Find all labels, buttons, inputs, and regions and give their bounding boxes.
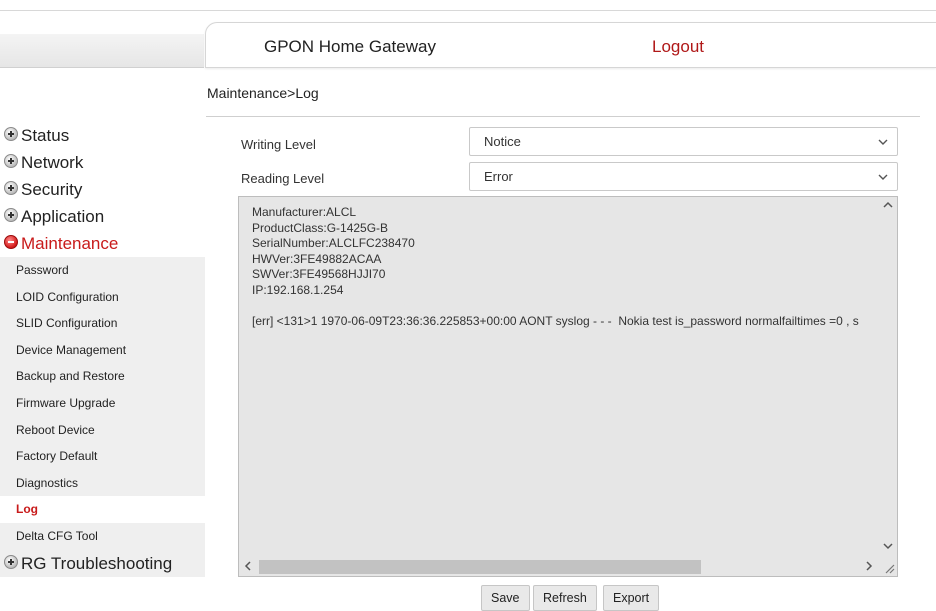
sidebar-item-label: Maintenance xyxy=(21,234,119,253)
submenu-item-loid-configuration[interactable]: LOID Configuration xyxy=(0,284,205,311)
scroll-left-icon[interactable] xyxy=(244,561,252,571)
sidebar-item-security[interactable]: Security xyxy=(0,176,205,203)
writing-level-select[interactable]: Notice xyxy=(469,127,898,156)
sidebar-item-label: RG Troubleshooting xyxy=(21,553,173,573)
sidebar-item-label: Application xyxy=(21,207,105,226)
sidebar-item-label: Network xyxy=(21,153,84,172)
logout-link[interactable]: Logout xyxy=(652,37,704,57)
expand-plus-icon xyxy=(4,554,18,569)
chevron-down-icon xyxy=(878,174,888,180)
app-title: GPON Home Gateway xyxy=(264,37,436,56)
header-bar: GPON Home Gateway Logout xyxy=(205,22,936,68)
logo-area xyxy=(0,34,204,68)
expand-plus-icon xyxy=(4,181,18,195)
submenu-item-log[interactable]: Log xyxy=(0,496,205,523)
save-button[interactable]: Save xyxy=(481,585,530,611)
horizontal-scrollbar[interactable] xyxy=(239,558,897,576)
log-textarea[interactable]: Manufacturer:ALCL ProductClass:G-1425G-B… xyxy=(238,196,898,577)
reading-level-value: Error xyxy=(484,169,513,184)
sidebar-item-status[interactable]: Status xyxy=(0,122,205,149)
export-button[interactable]: Export xyxy=(603,585,660,611)
sidebar-item-label: Security xyxy=(21,180,83,199)
scroll-up-icon[interactable] xyxy=(883,201,893,209)
sidebar-item-label: Status xyxy=(21,126,70,145)
reading-level-label: Reading Level xyxy=(241,171,325,186)
sidebar-item-rg-troubleshooting[interactable]: RG Troubleshooting xyxy=(0,549,205,577)
expand-plus-icon xyxy=(4,208,18,222)
resize-grip-icon[interactable] xyxy=(883,562,895,574)
sidebar: Status Network Security Application Main… xyxy=(0,118,205,577)
submenu-item-reboot-device[interactable]: Reboot Device xyxy=(0,417,205,444)
submenu-item-device-management[interactable]: Device Management xyxy=(0,337,205,364)
submenu-item-slid-configuration[interactable]: SLID Configuration xyxy=(0,310,205,337)
sidebar-item-maintenance[interactable]: Maintenance xyxy=(0,230,205,257)
reading-level-select[interactable]: Error xyxy=(469,162,898,191)
top-strip xyxy=(0,0,936,12)
breadcrumb-divider xyxy=(206,116,920,117)
scroll-down-icon[interactable] xyxy=(883,542,893,550)
chevron-down-icon xyxy=(878,139,888,145)
maintenance-submenu: Password LOID Configuration SLID Configu… xyxy=(0,257,205,550)
horizontal-scroll-thumb[interactable] xyxy=(259,560,701,574)
expand-plus-icon xyxy=(4,154,18,168)
sidebar-item-application[interactable]: Application xyxy=(0,203,205,230)
sidebar-item-network[interactable]: Network xyxy=(0,149,205,176)
vertical-scrollbar[interactable] xyxy=(879,197,897,576)
submenu-item-password[interactable]: Password xyxy=(0,257,205,284)
log-content: Manufacturer:ALCL ProductClass:G-1425G-B… xyxy=(252,205,859,328)
refresh-button[interactable]: Refresh xyxy=(533,585,597,611)
collapse-minus-icon xyxy=(4,235,18,249)
submenu-item-diagnostics[interactable]: Diagnostics xyxy=(0,470,205,497)
submenu-item-firmware-upgrade[interactable]: Firmware Upgrade xyxy=(0,390,205,417)
expand-plus-icon xyxy=(4,127,18,141)
submenu-item-delta-cfg-tool[interactable]: Delta CFG Tool xyxy=(0,523,205,550)
submenu-item-factory-default[interactable]: Factory Default xyxy=(0,443,205,470)
submenu-item-backup-and-restore[interactable]: Backup and Restore xyxy=(0,363,205,390)
writing-level-label: Writing Level xyxy=(241,137,316,152)
breadcrumb: Maintenance>Log xyxy=(207,85,319,101)
writing-level-value: Notice xyxy=(484,134,521,149)
scroll-right-icon[interactable] xyxy=(865,561,873,571)
